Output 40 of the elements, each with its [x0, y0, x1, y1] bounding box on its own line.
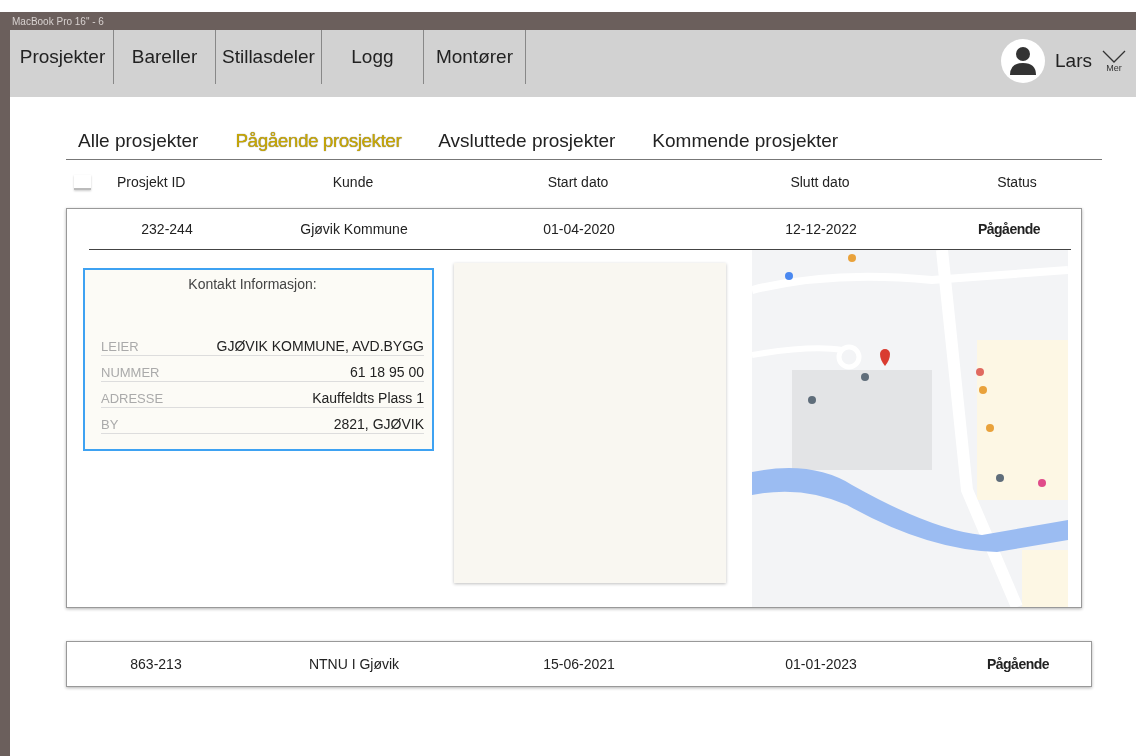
tab[interactable]: Kommende prosjekter	[652, 127, 839, 155]
status-label: Pågående	[976, 221, 1042, 237]
table-cell-text: NTNU I Gjøvik	[307, 656, 401, 672]
user-name: Lars	[1055, 50, 1092, 72]
field-label: ADRESSE	[101, 391, 164, 406]
tab[interactable]: Avsluttede prosjekter	[438, 127, 616, 155]
table-cell-text: 12-12-2022	[784, 221, 858, 237]
field-value: GJØVIK KOMMUNE, AVD.BYGG	[216, 338, 424, 354]
table-cell-text: 15-06-2021	[542, 656, 616, 672]
column-header: Slutt dato	[789, 174, 851, 190]
table-cell-text: 863-213	[129, 656, 183, 672]
column-header: Start dato	[546, 174, 610, 190]
nav-item[interactable]: Stillasdeler	[216, 30, 322, 84]
table-cell-text: 01-01-2023	[784, 656, 858, 672]
field-value: 61 18 95 00	[350, 364, 424, 380]
field-label: NUMMER	[101, 365, 160, 380]
tab[interactable]: Alle prosjekter	[78, 127, 199, 155]
nav-item[interactable]: Bareller	[114, 30, 216, 84]
field-label: BY	[101, 417, 119, 432]
column-header: Status	[996, 174, 1038, 190]
window-title: MacBook Pro 16" - 6	[12, 15, 104, 27]
status-label: Pågående	[985, 656, 1051, 672]
more-menu-button[interactable]: Mer	[1102, 49, 1126, 73]
nav-item[interactable]: Prosjekter	[12, 30, 114, 84]
field-label: LEIER	[101, 339, 139, 354]
contact-title: Kontakt Informasjon:	[187, 276, 318, 292]
chevron-down-icon	[1102, 49, 1126, 64]
field-value: Kauffeldts Plass 1	[312, 390, 424, 406]
field-value: 2821, GJØVIK	[333, 416, 424, 432]
column-header: Kunde	[331, 174, 375, 190]
avatar-icon[interactable]	[1001, 39, 1046, 83]
table-cell-text: Gjøvik Kommune	[299, 221, 409, 237]
nav-item[interactable]: Logg	[321, 30, 424, 84]
table-cell-text: 232-244	[140, 221, 194, 237]
project-card[interactable]: 232-244 Gjøvik Kommune 01-04-2020 12-12-2022 Pågående Kontakt Informasjon: LEIER GJØVIK KOMMUNE, AVD.BYGG NUMMER 61 18 95 00 ADRESSE Kauffeldts Plass 1 BY 2821, GJØVIK	[66, 208, 1082, 608]
column-header: Prosjekt ID	[117, 174, 186, 190]
nav-item[interactable]: Montører	[423, 30, 526, 84]
project-row[interactable]: 863-213 NTNU I Gjøvik 15-06-2021 01-01-2023 Pågående	[66, 641, 1092, 687]
table-cell-text: 01-04-2020	[542, 221, 616, 237]
select-all-checkbox[interactable]	[74, 174, 91, 190]
